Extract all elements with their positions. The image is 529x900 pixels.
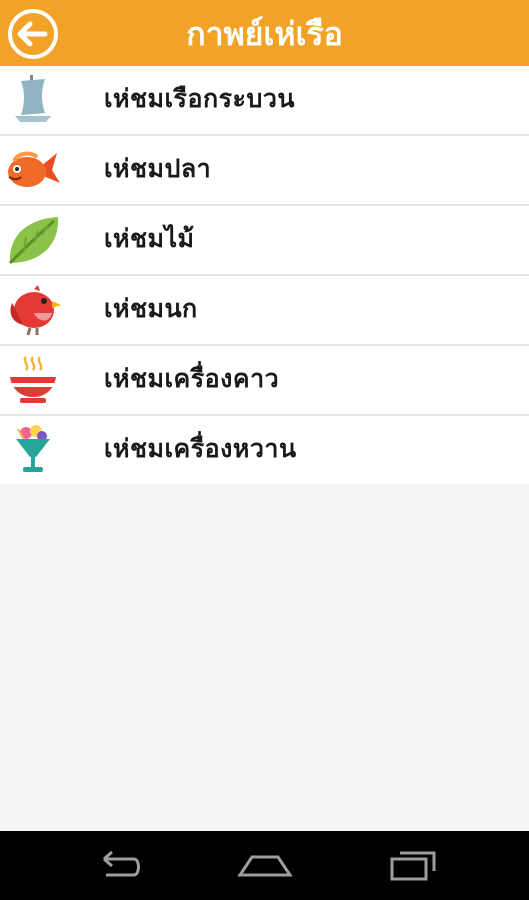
- list-item-label: เห่ชมไม้: [104, 224, 195, 253]
- boat-icon: [15, 75, 51, 122]
- back-nav-icon[interactable]: [90, 845, 146, 885]
- recent-apps-icon[interactable]: [386, 845, 440, 885]
- leaf-icon: [8, 217, 59, 265]
- list-item-label: เห่ชมเครื่องคาว: [104, 364, 280, 393]
- dessert-cup-icon: [16, 425, 50, 472]
- fish-icon: [8, 151, 60, 187]
- home-nav-icon[interactable]: [236, 845, 294, 885]
- soup-bowl-icon: [10, 356, 56, 403]
- list-item-fish[interactable]: เห่ชมปลา: [0, 136, 529, 206]
- app-bar: กาพย์เห่เรือ: [0, 0, 529, 66]
- list-item-boat[interactable]: เห่ชมเรือกระบวน: [0, 66, 529, 136]
- menu-list: เห่ชมเรือกระบวน เห่ชมปลา เห่ชมไม้ เห่ชมน…: [0, 66, 529, 484]
- list-item-dessert[interactable]: เห่ชมเครื่องหวาน: [0, 416, 529, 484]
- list-item-leaf[interactable]: เห่ชมไม้: [0, 206, 529, 276]
- page-title: กาพย์เห่เรือ: [186, 15, 343, 53]
- list-item-label: เห่ชมเครื่องหวาน: [104, 434, 297, 463]
- list-item-label: เห่ชมปลา: [104, 154, 212, 183]
- bird-icon: [10, 285, 61, 336]
- system-nav-bar: [0, 831, 529, 900]
- list-item-savory[interactable]: เห่ชมเครื่องคาว: [0, 346, 529, 416]
- list-item-label: เห่ชมเรือกระบวน: [104, 84, 295, 113]
- list-item-label: เห่ชมนก: [104, 294, 198, 323]
- list-item-bird[interactable]: เห่ชมนก: [0, 276, 529, 346]
